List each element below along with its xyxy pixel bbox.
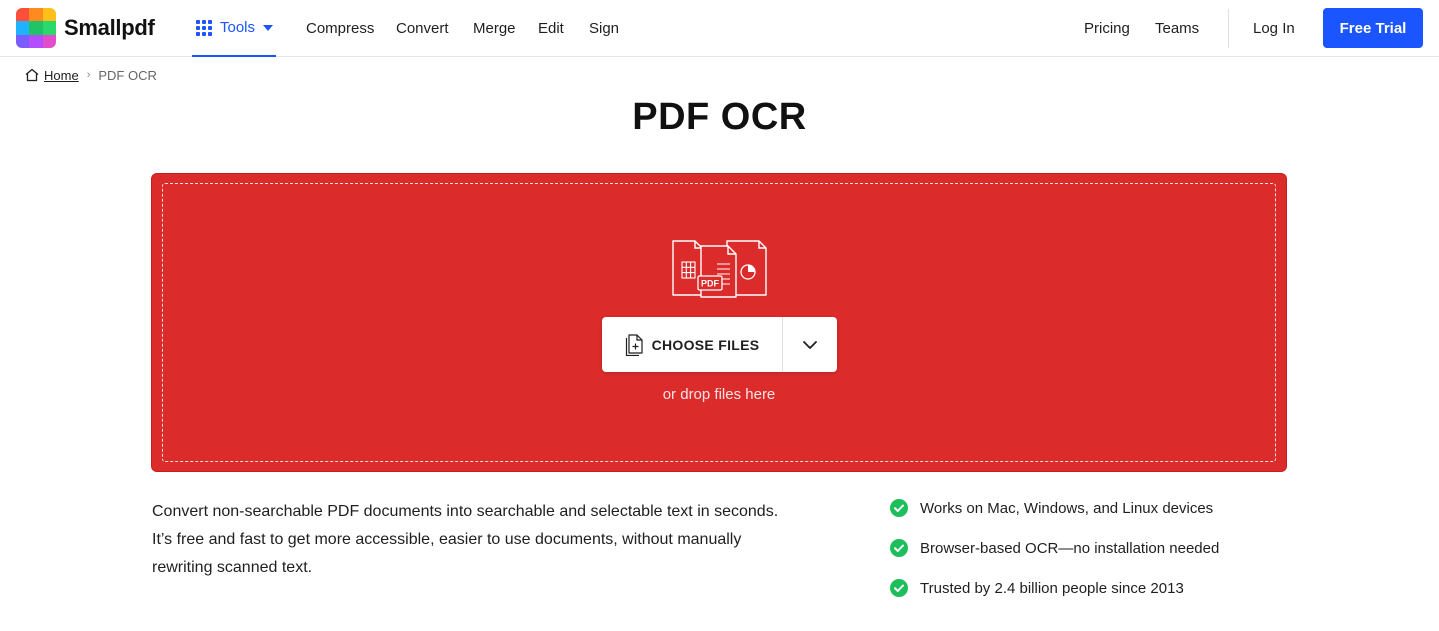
top-nav-bar: Smallpdf Tools Compress Convert Merge Ed…	[0, 0, 1439, 57]
smallpdf-logo[interactable]: Smallpdf	[16, 8, 155, 48]
upload-source-dropdown[interactable]	[783, 317, 837, 372]
nav-divider	[1228, 9, 1229, 48]
page-title: PDF OCR	[632, 96, 807, 138]
login-link[interactable]: Log In	[1253, 0, 1295, 57]
check-circle-icon	[890, 539, 908, 557]
file-add-icon	[625, 333, 643, 356]
nav-sign[interactable]: Sign	[589, 0, 619, 57]
chevron-down-icon	[803, 340, 817, 349]
art-pdf-badge: PDF	[701, 279, 720, 289]
documents-illustration-icon: PDF	[672, 240, 767, 298]
feature-item: Browser-based OCR—no installation needed	[890, 538, 1219, 558]
grid-icon	[196, 19, 212, 36]
breadcrumb-separator: ›	[86, 69, 91, 81]
nav-merge[interactable]: Merge	[473, 0, 516, 57]
check-circle-icon	[890, 579, 908, 597]
feature-text: Browser-based OCR—no installation needed	[920, 539, 1220, 557]
feature-item: Trusted by 2.4 billion people since 2013	[890, 578, 1219, 598]
tool-description: Convert non-searchable PDF documents int…	[152, 503, 779, 576]
caret-down-icon	[263, 24, 274, 31]
tools-label: Tools	[220, 19, 256, 36]
breadcrumb-current: PDF OCR	[98, 67, 157, 83]
nav-compress[interactable]: Compress	[306, 0, 374, 57]
home-icon	[25, 68, 39, 82]
nav-convert[interactable]: Convert	[396, 0, 449, 57]
nav-pricing[interactable]: Pricing	[1084, 0, 1130, 57]
free-trial-button[interactable]: Free Trial	[1323, 8, 1423, 48]
file-drop-zone[interactable]: PDF CHOOSE FILES or drop files here	[151, 173, 1287, 472]
smallpdf-logo-icon	[16, 8, 56, 48]
brand-name: Smallpdf	[64, 15, 155, 40]
feature-text: Trusted by 2.4 billion people since 2013	[920, 579, 1184, 597]
nav-edit[interactable]: Edit	[538, 0, 564, 57]
check-circle-icon	[890, 499, 908, 517]
breadcrumb-home-link[interactable]: Home	[44, 68, 79, 83]
choose-files-control: CHOOSE FILES	[602, 317, 837, 372]
breadcrumb: Home › PDF OCR	[24, 66, 157, 84]
choose-files-label: CHOOSE FILES	[651, 336, 760, 353]
feature-text: Works on Mac, Windows, and Linux devices	[920, 499, 1214, 517]
tools-menu-button[interactable]: Tools	[192, 0, 276, 57]
feature-item: Works on Mac, Windows, and Linux devices	[890, 498, 1219, 518]
choose-files-button[interactable]: CHOOSE FILES	[602, 317, 783, 372]
drop-files-hint: or drop files here	[662, 386, 776, 403]
feature-list: Works on Mac, Windows, and Linux devices…	[890, 498, 1219, 618]
nav-teams[interactable]: Teams	[1155, 0, 1199, 57]
